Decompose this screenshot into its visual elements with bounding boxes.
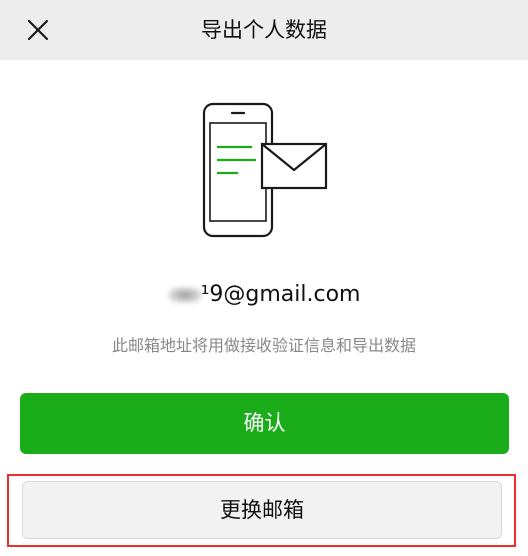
redacted-email-prefix: [167, 286, 202, 303]
email-usage-hint: 此邮箱地址将用做接收验证信息和导出数据: [111, 336, 416, 355]
close-button[interactable]: [20, 12, 56, 48]
confirm-button[interactable]: 确认: [20, 393, 509, 454]
page-title: 导出个人数据: [201, 18, 327, 42]
navigation-bar: 导出个人数据: [0, 0, 528, 60]
close-icon[interactable]: [27, 19, 49, 41]
email-address: ¹9@gmail.com: [0, 282, 528, 320]
highlight-box: 更换邮箱: [7, 474, 516, 547]
email-address-text: ¹9@gmail.com: [200, 282, 361, 307]
phone-with-envelope-icon: [190, 100, 340, 250]
change-email-button[interactable]: 更换邮箱: [22, 481, 502, 539]
